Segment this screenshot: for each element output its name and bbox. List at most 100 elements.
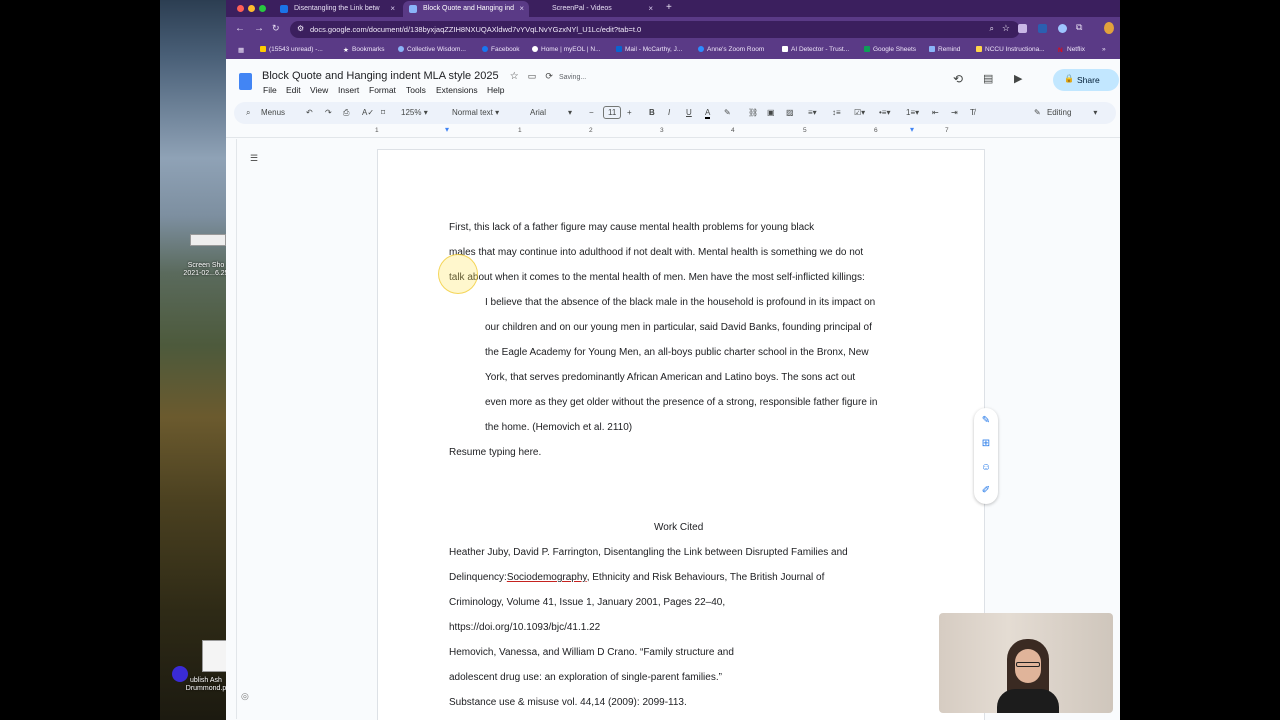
- decrease-font-size-icon[interactable]: −: [589, 108, 594, 117]
- search-menus-icon[interactable]: ⌕: [246, 108, 250, 118]
- maximize-window-button[interactable]: [259, 5, 266, 12]
- extension-icon[interactable]: [1018, 24, 1027, 33]
- more-bookmarks-icon[interactable]: »: [1102, 46, 1106, 53]
- spelling-flagged-word[interactable]: Sociodemography: [507, 572, 587, 583]
- highlight-icon[interactable]: ✎: [724, 108, 731, 117]
- menu-insert[interactable]: Insert: [338, 85, 359, 95]
- redo-icon[interactable]: ↷: [325, 108, 332, 117]
- spellcheck-icon[interactable]: A✓: [362, 108, 374, 117]
- zoom-select[interactable]: 125% ▾: [401, 108, 428, 117]
- bookmark-item[interactable]: NCCU Instructiona...: [976, 46, 1045, 53]
- increase-indent-icon[interactable]: ⇥: [951, 108, 958, 117]
- print-icon[interactable]: ⎙: [343, 108, 349, 118]
- meet-video-icon[interactable]: ▶: [1014, 72, 1022, 85]
- document-title[interactable]: Block Quote and Hanging indent MLA style…: [262, 70, 586, 82]
- bookmark-item[interactable]: N Netflix: [1058, 46, 1085, 54]
- increase-font-size-icon[interactable]: +: [627, 108, 632, 117]
- bookmark-item[interactable]: (15543 unread) -...: [260, 46, 323, 53]
- decrease-indent-icon[interactable]: ⇤: [932, 108, 939, 117]
- pdf-file-icon[interactable]: [202, 640, 228, 672]
- extension-icon[interactable]: [1038, 24, 1047, 33]
- reload-icon[interactable]: ↻: [272, 23, 280, 34]
- suggest-edits-icon[interactable]: ✐: [980, 485, 992, 497]
- insert-image-icon[interactable]: ▨: [786, 108, 794, 117]
- version-history-icon[interactable]: ⟲: [953, 72, 963, 86]
- star-icon[interactable]: ☆: [510, 71, 519, 82]
- bookmark-label: Bookmarks: [352, 46, 385, 53]
- assistive-icon[interactable]: ◎: [241, 691, 249, 702]
- menu-extensions[interactable]: Extensions: [436, 85, 478, 95]
- move-folder-icon[interactable]: ▭: [528, 71, 537, 81]
- block-quote-line: the home. (Hemovich et al. 2110): [485, 422, 633, 433]
- extensions-puzzle-icon[interactable]: ⧉: [1076, 22, 1082, 33]
- paragraph-style-select[interactable]: Normal text ▾: [452, 108, 499, 117]
- add-comment-icon[interactable]: ▣: [767, 108, 775, 117]
- docs-logo-icon[interactable]: [239, 73, 252, 90]
- document-page[interactable]: First, this lack of a father figure may …: [377, 149, 985, 720]
- back-arrow-icon[interactable]: ←: [235, 23, 245, 34]
- font-size-input[interactable]: 11: [603, 106, 622, 119]
- menu-file[interactable]: File: [263, 85, 277, 95]
- bookmark-item[interactable]: Home | myEOL | N...: [532, 46, 600, 53]
- italic-icon[interactable]: I: [668, 108, 670, 117]
- menu-format[interactable]: Format: [369, 85, 396, 95]
- numbered-list-icon[interactable]: 1≡▾: [906, 108, 919, 117]
- bookmark-item[interactable]: Mail - McCarthy, J...: [616, 46, 682, 53]
- editing-mode-select[interactable]: ✎ Editing ▾: [1034, 108, 1097, 117]
- share-button[interactable]: 🔒 Share: [1053, 69, 1119, 91]
- emoji-reaction-icon[interactable]: ☺: [980, 462, 992, 474]
- menu-help[interactable]: Help: [487, 85, 504, 95]
- tab-disentangling[interactable]: Disentangling the Link betw ×: [274, 1, 400, 17]
- outline-icon[interactable]: ☰: [250, 153, 258, 164]
- help-me-write-icon[interactable]: ✎: [980, 415, 992, 427]
- add-comment-icon[interactable]: ⊞: [980, 438, 992, 450]
- extension-icon[interactable]: [1058, 24, 1067, 33]
- bookmark-item[interactable]: Anne's Zoom Room: [698, 46, 764, 53]
- site-info-icon[interactable]: ⚙: [297, 24, 304, 33]
- right-indent-marker-icon[interactable]: ▾: [910, 125, 914, 134]
- apps-grid-icon[interactable]: ▦: [238, 46, 244, 54]
- bookmarks-bar: ▦ (15543 unread) -... ★ Bookmarks Collect…: [226, 42, 1120, 59]
- tab-strip: Disentangling the Link betw × Block Quot…: [226, 0, 1120, 17]
- tab-screenpal[interactable]: ScreenPal - Videos ×: [532, 1, 658, 17]
- screenshot-file-icon[interactable]: [190, 234, 226, 246]
- indent-marker-icon[interactable]: ▾: [445, 125, 449, 134]
- bookmark-item[interactable]: Collective Wisdom...: [398, 46, 466, 53]
- bookmark-item[interactable]: AI Detector - Trust...: [782, 46, 849, 53]
- bookmark-star-icon[interactable]: ☆: [1002, 23, 1010, 34]
- menu-tools[interactable]: Tools: [406, 85, 426, 95]
- bookmark-item[interactable]: Facebook: [482, 46, 520, 53]
- bookmark-item[interactable]: ★ Bookmarks: [343, 46, 385, 54]
- menu-view[interactable]: View: [310, 85, 328, 95]
- search-menus-input[interactable]: Menus: [261, 108, 285, 117]
- close-tab-icon[interactable]: ×: [519, 4, 524, 13]
- align-icon[interactable]: ≡▾: [808, 108, 817, 117]
- ruler-number: 4: [731, 127, 735, 134]
- profile-avatar[interactable]: [1104, 22, 1114, 34]
- bookmark-label: Remind: [938, 46, 961, 53]
- bookmark-item[interactable]: Remind: [929, 46, 960, 53]
- text-color-icon[interactable]: A: [705, 108, 711, 119]
- menu-edit[interactable]: Edit: [286, 85, 301, 95]
- zoom-icon[interactable]: ⌕: [990, 24, 994, 34]
- undo-icon[interactable]: ↶: [306, 108, 313, 117]
- tab-block-quote[interactable]: Block Quote and Hanging ind ×: [403, 1, 529, 17]
- close-window-button[interactable]: [237, 5, 244, 12]
- insert-link-icon[interactable]: ⛓: [748, 108, 758, 117]
- minimize-window-button[interactable]: [248, 5, 255, 12]
- close-tab-icon[interactable]: ×: [648, 4, 653, 13]
- paint-format-icon[interactable]: ⌑: [381, 108, 385, 117]
- bookmark-item[interactable]: Google Sheets: [864, 46, 916, 53]
- bulleted-list-icon[interactable]: •≡▾: [879, 108, 890, 117]
- forward-arrow-icon[interactable]: →: [254, 23, 264, 34]
- line-spacing-icon[interactable]: ↕≡: [832, 108, 841, 117]
- font-family-select[interactable]: Arial ▾: [530, 108, 572, 117]
- underline-icon[interactable]: U: [686, 108, 692, 117]
- checklist-icon[interactable]: ☑▾: [854, 108, 865, 117]
- bold-icon[interactable]: B: [649, 108, 655, 117]
- close-tab-icon[interactable]: ×: [390, 4, 395, 13]
- new-tab-icon[interactable]: +: [666, 2, 672, 13]
- address-bar[interactable]: ⚙ docs.google.com/document/d/138byxjaqZZ…: [290, 21, 1020, 38]
- comments-icon[interactable]: ▤: [983, 72, 993, 85]
- clear-formatting-icon[interactable]: T̸: [970, 108, 975, 117]
